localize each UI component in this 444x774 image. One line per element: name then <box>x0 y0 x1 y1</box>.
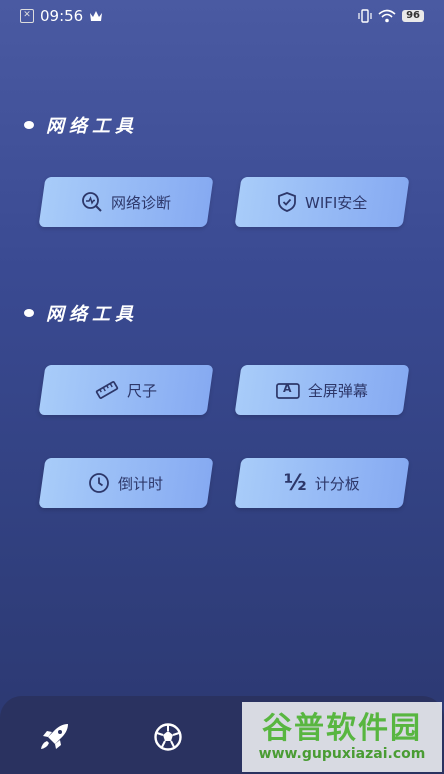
nav-ball[interactable] <box>151 722 185 752</box>
fullscreen-barrage-label: 全屏弹幕 <box>307 381 368 400</box>
network-diagnosis-label: 网络诊断 <box>110 193 171 212</box>
nav-rocket[interactable] <box>38 722 72 752</box>
section-title-network-tools-1: 网络工具 <box>24 112 138 138</box>
section-bullet <box>24 309 34 317</box>
wifi-icon <box>378 9 396 23</box>
clock: 09:56 <box>40 7 84 25</box>
countdown-label: 倒计时 <box>118 474 164 493</box>
section-bullet <box>24 121 34 129</box>
half-icon: ½ <box>284 470 307 496</box>
fullscreen-barrage-button[interactable]: 全屏弹幕 <box>234 365 410 415</box>
status-bar: ✕ 09:56 96 <box>0 0 444 32</box>
ruler-button[interactable]: 尺子 <box>38 365 214 415</box>
status-left: ✕ 09:56 <box>20 7 103 25</box>
shield-icon <box>277 192 296 212</box>
ruler-icon <box>95 381 119 399</box>
scoreboard-button[interactable]: ½ 计分板 <box>234 458 410 508</box>
battery-indicator: 96 <box>402 10 424 22</box>
watermark: 谷普软件园 www.gupuxiazai.com <box>242 702 442 772</box>
section-title-network-tools-2: 网络工具 <box>24 300 138 326</box>
ruler-label: 尺子 <box>126 381 157 400</box>
watermark-url: www.gupuxiazai.com <box>258 746 426 762</box>
barrage-icon-letter: A <box>283 382 292 395</box>
rocket-icon <box>41 724 68 749</box>
section-title-text: 网络工具 <box>46 116 138 137</box>
wifi-security-button[interactable]: WIFI安全 <box>234 177 410 227</box>
no-sim-icon: ✕ <box>20 9 34 23</box>
diagnosis-icon <box>82 192 102 212</box>
section-title-text: 网络工具 <box>46 304 138 325</box>
network-diagnosis-button[interactable]: 网络诊断 <box>38 177 214 227</box>
clock-icon <box>89 473 110 493</box>
vibrate-icon <box>358 9 372 23</box>
crown-icon <box>90 11 103 21</box>
watermark-title: 谷普软件园 <box>262 711 422 746</box>
status-right: 96 <box>358 9 424 23</box>
scoreboard-label: 计分板 <box>314 474 360 493</box>
countdown-button[interactable]: 倒计时 <box>38 458 214 508</box>
ball-icon <box>154 723 182 751</box>
wifi-security-label: WIFI安全 <box>304 193 368 212</box>
